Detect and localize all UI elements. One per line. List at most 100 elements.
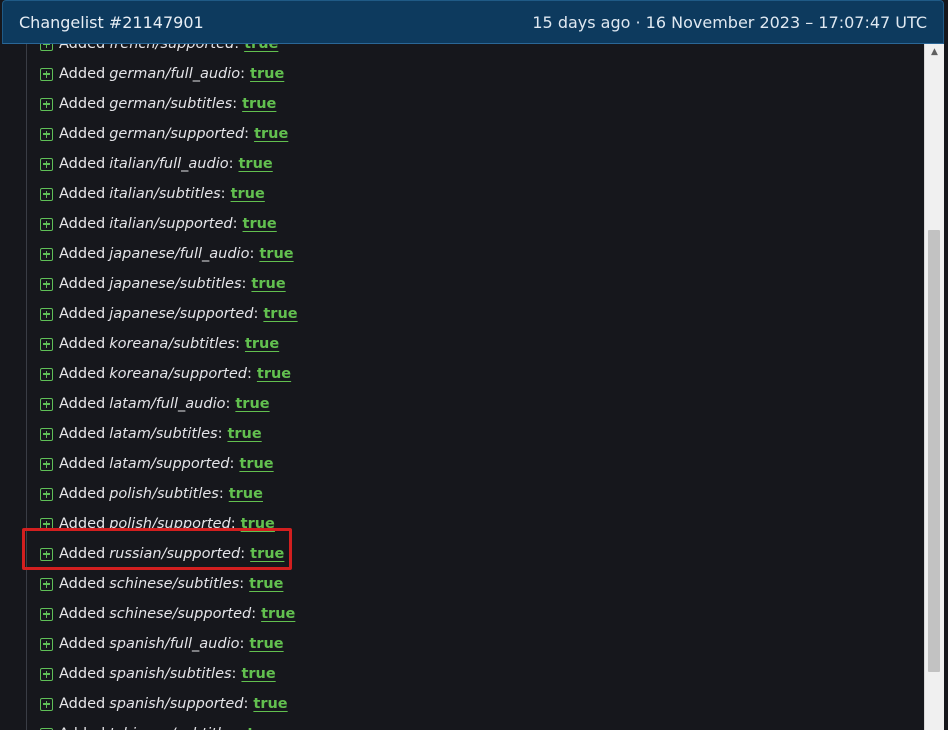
change-key: koreana/supported [109,366,247,382]
change-row: Added russian/supported: true [2,539,924,569]
separator-colon: : [251,606,257,622]
change-row: Added french/supported: true [2,44,924,59]
plus-square-icon [40,337,53,351]
separator-colon: : [229,456,235,472]
change-value-link[interactable]: true [259,246,293,262]
change-key: italian/full_audio [109,156,229,172]
separator-colon: : [225,396,231,412]
change-verb: Added [59,396,106,412]
change-row: Added polish/subtitles: true [2,479,924,509]
change-value-link[interactable]: true [244,44,278,52]
change-verb: Added [59,426,106,442]
separator-colon: : [247,366,252,382]
change-value-link[interactable]: true [253,696,287,712]
change-value-link[interactable]: true [239,156,273,172]
plus-square-icon [40,427,53,441]
change-row: Added koreana/subtitles: true [2,329,924,359]
change-row: Added latam/supported: true [2,449,924,479]
change-value-link[interactable]: true [239,456,273,472]
vertical-scrollbar[interactable]: ▲ [924,44,944,730]
change-verb: Added [59,636,106,652]
change-value-link[interactable]: true [263,306,297,322]
changelist-content: Added french/supported: true Added german/fu… [2,44,924,730]
plus-square-icon [40,397,53,411]
plus-square-icon [40,697,53,711]
change-row: Added spanish/supported: true [2,689,924,719]
separator-colon: : [234,44,240,52]
change-key: italian/subtitles [109,186,221,202]
plus-square-icon [40,517,53,531]
change-key: german/supported [109,126,245,142]
changelist-page: Changelist #21147901 15 days ago · 16 No… [0,0,948,730]
plus-square-icon [40,667,53,681]
separator-colon: : [217,426,223,442]
change-key: german/subtitles [109,96,233,112]
changelist-header: Changelist #21147901 15 days ago · 16 No… [2,0,944,44]
change-value-link[interactable]: true [227,426,261,442]
separator-colon: : [237,726,242,730]
plus-square-icon [40,307,53,321]
change-value-link[interactable]: true [250,66,284,82]
change-verb: Added [59,156,106,172]
change-row: Added german/supported: true [2,119,924,149]
separator-colon: : [231,666,237,682]
plus-square-icon [40,577,53,591]
change-key: german/full_audio [109,66,241,82]
change-value-link[interactable]: true [231,186,265,202]
change-value-link[interactable]: true [254,126,288,142]
plus-square-icon [40,97,53,111]
change-row: Added spanish/full_audio: true [2,629,924,659]
change-value-link[interactable]: true [249,636,283,652]
change-value-link[interactable]: true [250,546,284,562]
plus-square-icon [40,247,53,261]
separator-colon: : [220,186,226,202]
change-verb: Added [59,666,106,682]
change-verb: Added [59,546,106,562]
change-key: spanish/full_audio [109,636,240,652]
change-row: Added latam/subtitles: true [2,419,924,449]
change-key: japanese/full_audio [109,246,250,262]
change-value-link[interactable]: true [257,366,291,382]
change-row: Added schinese/subtitles: true [2,569,924,599]
separator-colon: : [249,246,255,262]
change-value-link[interactable]: true [251,276,285,292]
changelist-title[interactable]: Changelist #21147901 [19,13,204,32]
change-key: spanish/supported [109,696,244,712]
change-key: latam/full_audio [109,396,226,412]
plus-square-icon [40,157,53,171]
scroll-thumb[interactable] [928,230,940,672]
change-verb: Added [59,126,106,142]
change-value-link[interactable]: true [241,516,275,532]
separator-colon: : [218,486,224,502]
change-value-link[interactable]: true [241,666,275,682]
plus-square-icon [40,547,53,561]
separator-colon: : [243,696,249,712]
separator-colon: : [230,516,236,532]
change-value-link[interactable]: true [243,216,277,232]
change-value-link[interactable]: true [235,396,269,412]
change-verb: Added [59,246,106,262]
change-value-link[interactable]: true [245,336,279,352]
change-value-link[interactable]: true [247,726,281,730]
change-row: Added latam/full_audio: true [2,389,924,419]
change-row: Added schinese/supported: true [2,599,924,629]
change-value-link[interactable]: true [249,576,283,592]
change-list: Added french/supported: true Added german/fu… [2,44,924,730]
scroll-track[interactable] [925,60,944,730]
change-value-link[interactable]: true [261,606,295,622]
change-row: Added italian/supported: true [2,209,924,239]
change-key: polish/supported [109,516,231,532]
change-verb: Added [59,96,106,112]
change-verb: Added [59,44,106,52]
change-value-link[interactable]: true [229,486,263,502]
changelist-timestamp: 15 days ago · 16 November 2023 – 17:07:4… [532,12,927,32]
change-key: koreana/subtitles [109,336,236,352]
change-verb: Added [59,516,106,532]
change-key: japanese/supported [109,306,254,322]
plus-square-icon [40,44,53,51]
chevron-up-icon[interactable]: ▲ [925,44,944,60]
change-verb: Added [59,366,106,382]
change-value-link[interactable]: true [242,96,276,112]
plus-square-icon [40,277,53,291]
change-verb: Added [59,306,106,322]
